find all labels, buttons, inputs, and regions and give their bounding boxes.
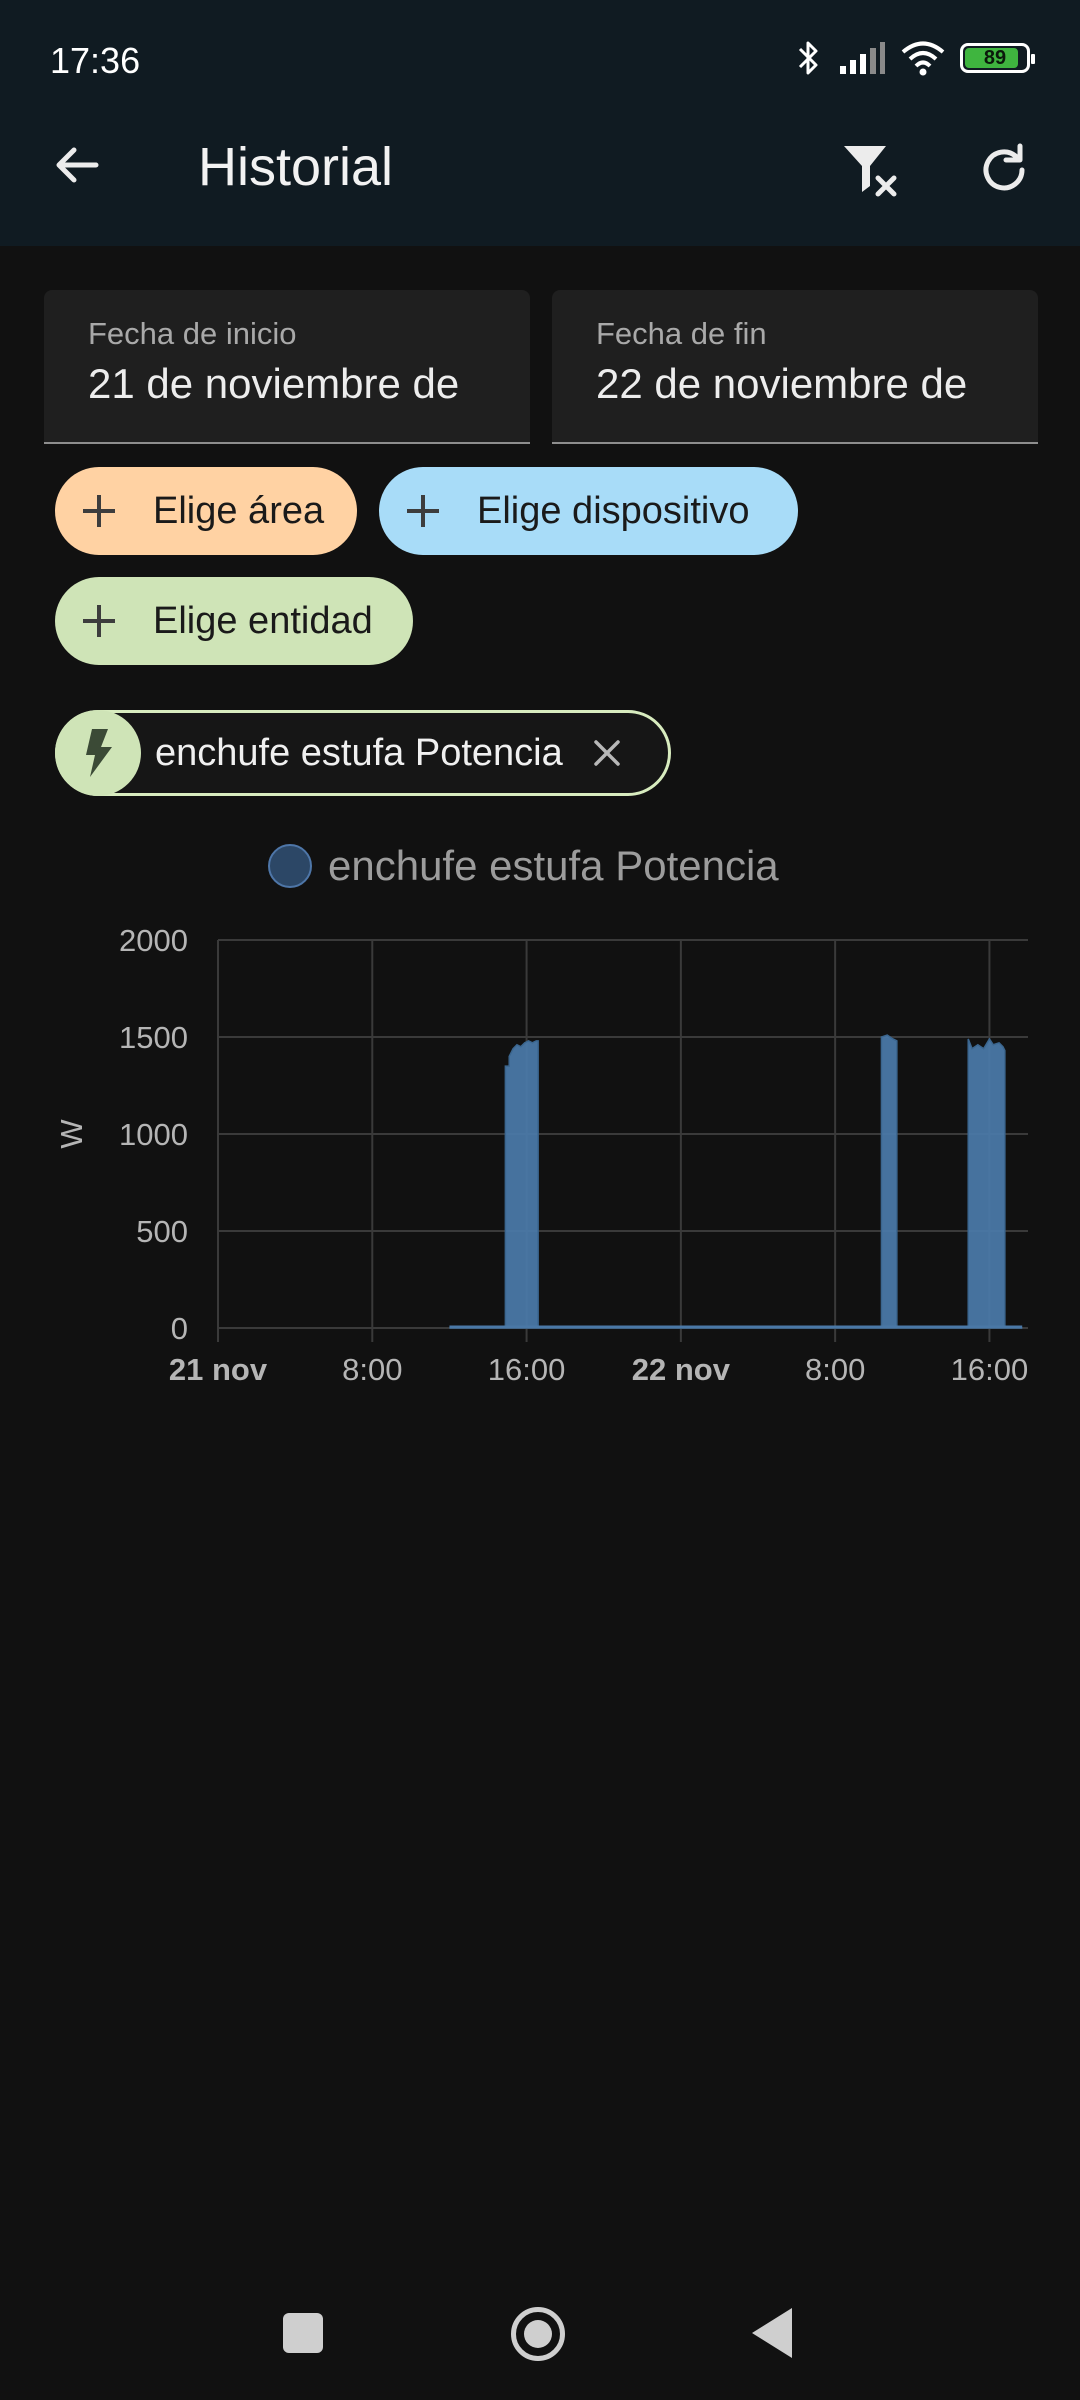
status-icons: 89 [794,36,1035,80]
app-bar: 17:36 89 Historial [0,0,1080,246]
y-axis-label: W [54,1119,89,1149]
chart-plot: 0 500 1000 1500 2000 21 nov 8:00 16:00 22 nov 8:0… [54,923,1029,1387]
back-icon[interactable] [752,2308,792,2358]
signal-icon [840,42,885,74]
x-tick-label: 21 nov [169,1352,268,1387]
recents-icon[interactable] [283,2313,323,2353]
pick-area-label: Elige área [153,489,325,532]
battery-icon: 89 [960,43,1035,73]
status-time: 17:36 [50,40,141,81]
y-tick-label: 2000 [119,923,188,958]
flash-icon [86,729,112,777]
pick-entity-button[interactable]: Elige entidad [55,577,413,665]
pick-area-button[interactable]: Elige área [55,467,357,555]
bluetooth-icon [798,41,818,75]
start-date-value: 21 de noviembre de [88,360,460,407]
x-tick-label: 22 nov [632,1352,731,1387]
end-date-label: Fecha de fin [596,316,767,351]
refresh-button[interactable] [968,134,1040,206]
clear-filters-button[interactable] [836,134,908,206]
x-tick-label: 16:00 [488,1352,566,1387]
pick-device-button[interactable]: Elige dispositivo [379,467,798,555]
history-chart: enchufe estufa Potencia 0 500 1000 1500 2000… [0,830,1080,1410]
plus-icon [75,597,123,645]
plus-icon [75,487,123,535]
end-date-value: 22 de noviembre de [596,360,968,407]
pick-device-label: Elige dispositivo [477,489,750,532]
y-tick-label: 1000 [119,1117,188,1152]
close-icon [594,740,620,766]
start-date-label: Fecha de inicio [88,316,297,351]
refresh-icon [983,143,1025,191]
x-tick-label: 8:00 [342,1352,402,1387]
filter-remove-icon [844,146,897,197]
page-title: Historial [198,137,394,197]
y-tick-label: 1500 [119,1020,188,1055]
plus-icon [399,487,447,535]
wifi-icon [901,41,945,76]
selected-entity-chip[interactable]: enchufe estufa Potencia [55,710,671,796]
y-tick-label: 500 [136,1214,188,1249]
x-tick-label: 8:00 [805,1352,865,1387]
remove-entity-button[interactable] [587,733,627,773]
system-nav-bar [0,2270,1080,2400]
x-tick-label: 16:00 [951,1352,1029,1387]
pick-entity-label: Elige entidad [153,599,373,642]
start-date-field[interactable]: Fecha de inicio 21 de noviembre de [44,290,530,444]
series-area [449,1034,1023,1329]
back-button[interactable] [44,132,110,198]
home-icon[interactable] [511,2307,565,2361]
arrow-back-icon [56,147,99,183]
selected-entity-label: enchufe estufa Potencia [155,731,563,774]
end-date-field[interactable]: Fecha de fin 22 de noviembre de [552,290,1038,444]
entity-avatar [55,710,141,796]
battery-level: 89 [983,46,1007,69]
y-tick-label: 0 [171,1311,188,1346]
